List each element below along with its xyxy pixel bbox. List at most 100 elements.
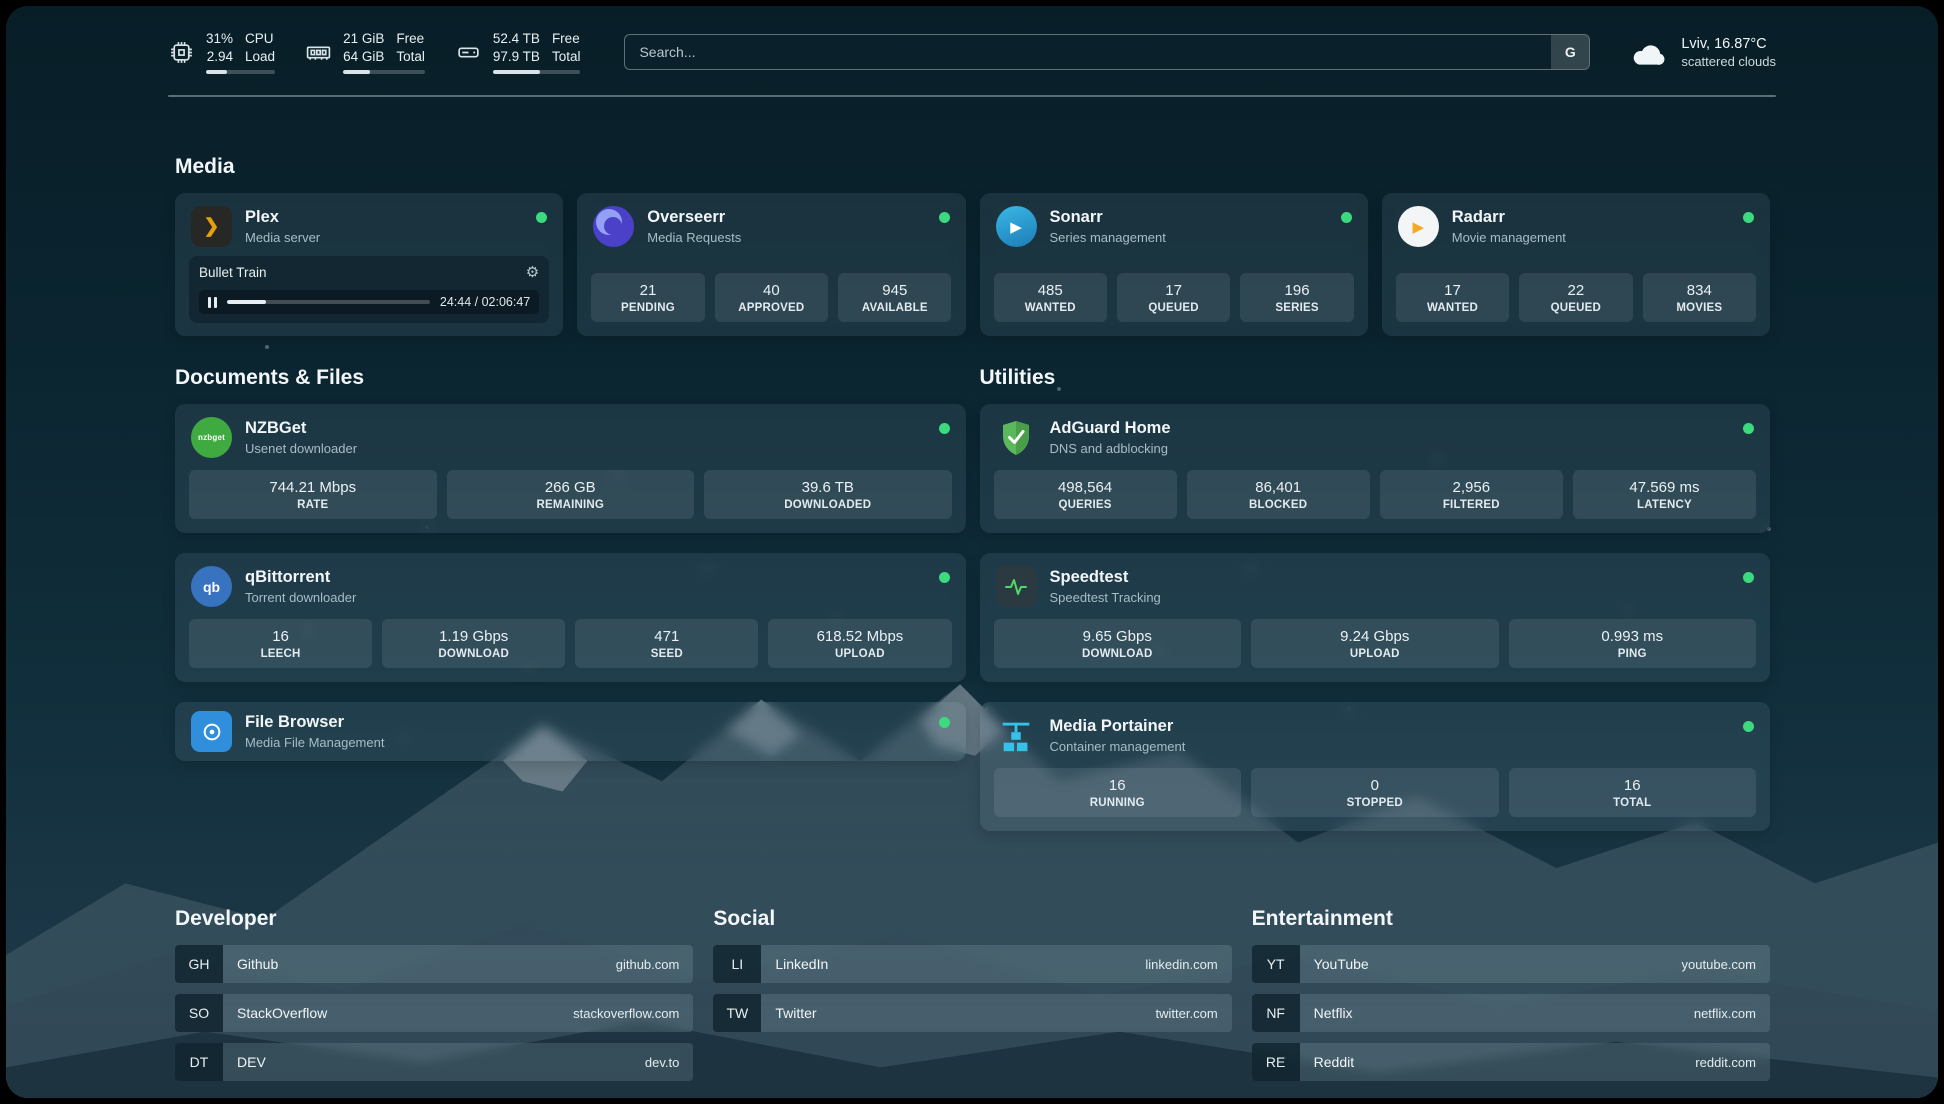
bookmark-name: YouTube — [1314, 956, 1369, 972]
bookmark-name: StackOverflow — [237, 1005, 327, 1021]
stat-latency: 47.569 ms LATENCY — [1573, 470, 1756, 519]
speedtest-pulse-icon — [996, 566, 1037, 607]
disk-free: 52.4 TB — [493, 30, 540, 48]
app-name-radarr: Radarr — [1452, 208, 1566, 228]
stat-queued: 17 QUEUED — [1117, 273, 1230, 322]
disk-total: 97.9 TB — [493, 48, 540, 66]
weather-widget[interactable]: Lviv, 16.87°C scattered clouds — [1630, 36, 1776, 69]
bookmark-abbr: TW — [713, 994, 761, 1032]
app-subtitle-portainer: Container management — [1050, 739, 1186, 754]
search-engine-button[interactable]: G — [1551, 35, 1589, 69]
system-monitors: 31% 2.94 CPU Load — [168, 30, 580, 74]
bookmark-name: LinkedIn — [775, 956, 828, 972]
qbittorrent-icon: qb — [191, 566, 232, 607]
section-title-developer: Developer — [175, 907, 693, 931]
section-title-entertainment: Entertainment — [1252, 907, 1770, 931]
app-subtitle-plex: Media server — [245, 230, 320, 245]
disk-progress-bar — [493, 70, 581, 74]
app-subtitle-qbittorrent: Torrent downloader — [245, 590, 356, 605]
pause-icon[interactable] — [208, 297, 217, 308]
cpu-percent: 31% — [206, 30, 233, 48]
bookmark-netflix[interactable]: NF Netflix netflix.com — [1252, 994, 1770, 1032]
stat-total: 16 TOTAL — [1509, 768, 1757, 817]
utilities-column: Utilities Ad — [980, 366, 1771, 851]
section-title-documents: Documents & Files — [175, 366, 966, 390]
speedtest-card[interactable]: Speedtest Speedtest Tracking 9.65 Gbps D… — [980, 553, 1771, 682]
filebrowser-icon — [191, 711, 232, 752]
playback-time: 24:44 / 02:06:47 — [440, 295, 530, 309]
stat-available: 945 AVAILABLE — [838, 273, 951, 322]
memory-monitor: 21 GiB 64 GiB Free Total — [305, 30, 425, 74]
cpu-label-2: Load — [245, 48, 275, 66]
settings-gear-icon[interactable]: ⚙ — [526, 263, 539, 281]
bookmark-abbr: RE — [1252, 1043, 1300, 1081]
bookmark-abbr: YT — [1252, 945, 1300, 983]
app-name-qbittorrent: qBittorrent — [245, 568, 356, 588]
overseerr-card[interactable]: Overseerr Media Requests 21 PENDING 40 A… — [577, 193, 965, 336]
status-dot-adguard — [1743, 423, 1754, 434]
app-subtitle-overseerr: Media Requests — [647, 230, 741, 245]
bookmark-url: netflix.com — [1694, 1006, 1756, 1021]
bookmark-reddit[interactable]: RE Reddit reddit.com — [1252, 1043, 1770, 1081]
memory-total: 64 GiB — [343, 48, 384, 66]
dashboard-screen: 31% 2.94 CPU Load — [6, 6, 1938, 1098]
bookmark-abbr: SO — [175, 994, 223, 1032]
sonarr-icon: ▶ — [996, 206, 1037, 247]
stat-rate: 744.21 Mbps RATE — [189, 470, 437, 519]
bookmark-url: linkedin.com — [1145, 957, 1217, 972]
weather-location: Lviv, 16.87°C — [1681, 36, 1776, 52]
sonarr-card[interactable]: ▶ Sonarr Series management 485 WANTED — [980, 193, 1368, 336]
bookmark-linkedin[interactable]: LI LinkedIn linkedin.com — [713, 945, 1231, 983]
app-subtitle-speedtest: Speedtest Tracking — [1050, 590, 1161, 605]
stat-filtered: 2,956 FILTERED — [1380, 470, 1563, 519]
filebrowser-card[interactable]: File Browser Media File Management — [175, 702, 966, 761]
stat-movies: 834 MOVIES — [1643, 273, 1756, 322]
cloud-icon — [1630, 38, 1668, 66]
bookmark-url: twitter.com — [1156, 1006, 1218, 1021]
nzbget-icon: nzbget — [191, 417, 232, 458]
stat-blocked: 86,401 BLOCKED — [1187, 470, 1370, 519]
app-name-nzbget: NZBGet — [245, 419, 357, 439]
bookmark-name: Github — [237, 956, 278, 972]
bookmark-url: dev.to — [645, 1055, 679, 1070]
stat-queries: 498,564 QUERIES — [994, 470, 1177, 519]
qbittorrent-card[interactable]: qb qBittorrent Torrent downloader 16 LEE… — [175, 553, 966, 682]
app-name-overseerr: Overseerr — [647, 208, 741, 228]
bookmark-twitter[interactable]: TW Twitter twitter.com — [713, 994, 1231, 1032]
bookmark-github[interactable]: GH Github github.com — [175, 945, 693, 983]
radarr-icon: ▶ — [1398, 206, 1439, 247]
memory-progress-bar — [343, 70, 425, 74]
radarr-card[interactable]: ▶ Radarr Movie management 17 WANTED — [1382, 193, 1770, 336]
bookmark-youtube[interactable]: YT YouTube youtube.com — [1252, 945, 1770, 983]
app-subtitle-sonarr: Series management — [1050, 230, 1166, 245]
app-name-sonarr: Sonarr — [1050, 208, 1166, 228]
nzbget-card[interactable]: nzbget NZBGet Usenet downloader 744.21 M… — [175, 404, 966, 533]
bookmark-abbr: DT — [175, 1043, 223, 1081]
stat-remaining: 266 GB REMAINING — [447, 470, 695, 519]
search-input[interactable] — [624, 34, 1590, 70]
adguard-card[interactable]: AdGuard Home DNS and adblocking 498,564 … — [980, 404, 1771, 533]
app-subtitle-adguard: DNS and adblocking — [1050, 441, 1171, 456]
status-dot-radarr — [1743, 212, 1754, 223]
app-subtitle-filebrowser: Media File Management — [245, 735, 384, 750]
portainer-card[interactable]: Media Portainer Container management 16 … — [980, 702, 1771, 831]
cpu-label: CPU — [245, 30, 275, 48]
stat-leech: 16 LEECH — [189, 619, 372, 668]
adguard-shield-icon — [996, 417, 1037, 458]
bookmark-name: DEV — [237, 1054, 266, 1070]
top-bar: 31% 2.94 CPU Load — [6, 6, 1938, 74]
stat-approved: 40 APPROVED — [715, 273, 828, 322]
playback-progress[interactable] — [227, 300, 430, 304]
bookmark-stackoverflow[interactable]: SO StackOverflow stackoverflow.com — [175, 994, 693, 1032]
overseerr-icon — [593, 206, 634, 247]
search-bar: G — [624, 34, 1590, 70]
plex-now-playing: Bullet Train ⚙ 24:44 / 02:06:47 — [189, 256, 549, 323]
app-name-portainer: Media Portainer — [1050, 717, 1186, 737]
cpu-monitor: 31% 2.94 CPU Load — [168, 30, 275, 74]
app-subtitle-radarr: Movie management — [1452, 230, 1566, 245]
status-dot-overseerr — [939, 212, 950, 223]
bookmark-abbr: GH — [175, 945, 223, 983]
plex-card[interactable]: ❯ Plex Media server Bullet Train ⚙ — [175, 193, 563, 336]
cpu-load: 2.94 — [206, 48, 233, 66]
bookmark-dev[interactable]: DT DEV dev.to — [175, 1043, 693, 1081]
